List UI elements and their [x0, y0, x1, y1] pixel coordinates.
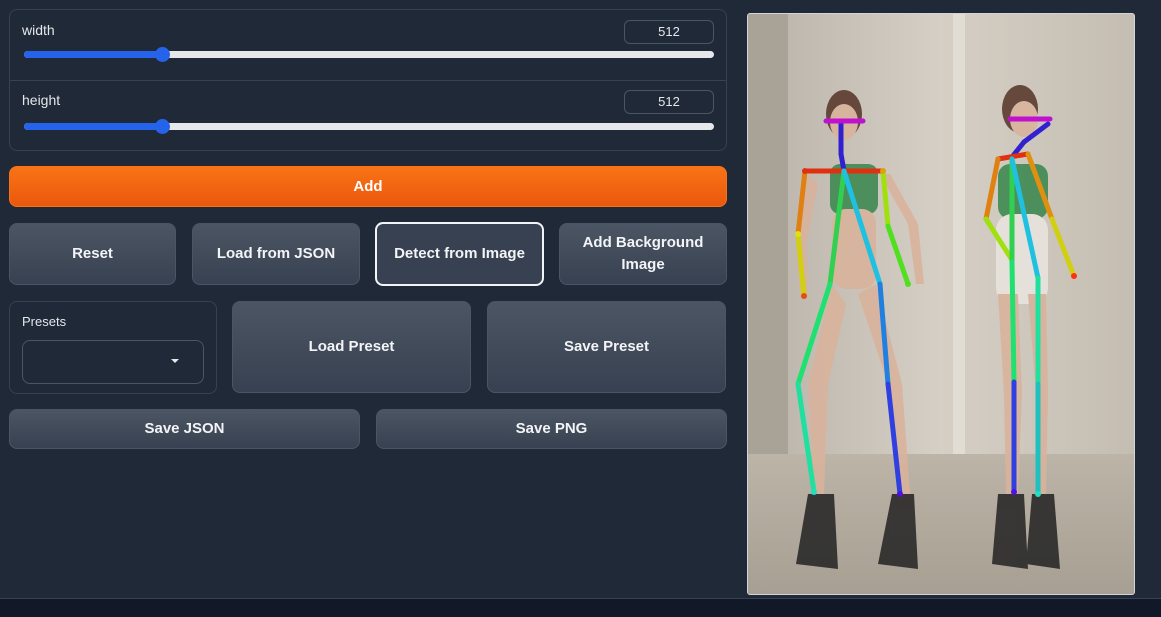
pose-canvas-image[interactable]	[747, 13, 1135, 595]
dimension-sliders-panel: width 512 height 512	[9, 9, 727, 151]
caret-down-icon	[171, 359, 179, 363]
wall-panel-right	[953, 14, 965, 454]
height-number-input[interactable]: 512	[624, 90, 714, 114]
bottom-bar	[0, 598, 1161, 617]
height-slider-track[interactable]	[24, 119, 714, 134]
width-slider-thumb[interactable]	[155, 47, 170, 62]
width-label: width	[22, 22, 55, 38]
load-preset-button[interactable]: Load Preset	[232, 301, 471, 393]
presets-label: Presets	[22, 314, 67, 329]
width-slider-block: width 512	[10, 10, 726, 80]
pose-canvas-svg	[748, 14, 1134, 594]
height-label: height	[22, 92, 61, 108]
save-png-button[interactable]: Save PNG	[376, 409, 727, 449]
detect-from-image-button[interactable]: Detect from Image	[375, 222, 544, 286]
presets-panel: Presets	[9, 301, 217, 394]
load-from-json-button[interactable]: Load from JSON	[192, 223, 360, 285]
height-slider-thumb[interactable]	[155, 119, 170, 134]
wall-panel-left	[748, 14, 788, 464]
presets-dropdown[interactable]	[22, 340, 204, 384]
reset-button[interactable]: Reset	[9, 223, 176, 285]
height-slider-block: height 512	[10, 80, 726, 150]
height-slider-fill	[24, 123, 162, 130]
save-preset-button[interactable]: Save Preset	[487, 301, 726, 393]
add-button[interactable]: Add	[9, 166, 727, 207]
width-slider-fill	[24, 51, 162, 58]
width-number-input[interactable]: 512	[624, 20, 714, 44]
width-slider-track[interactable]	[24, 47, 714, 62]
save-json-button[interactable]: Save JSON	[9, 409, 360, 449]
add-background-image-button[interactable]: Add Background Image	[559, 223, 727, 285]
